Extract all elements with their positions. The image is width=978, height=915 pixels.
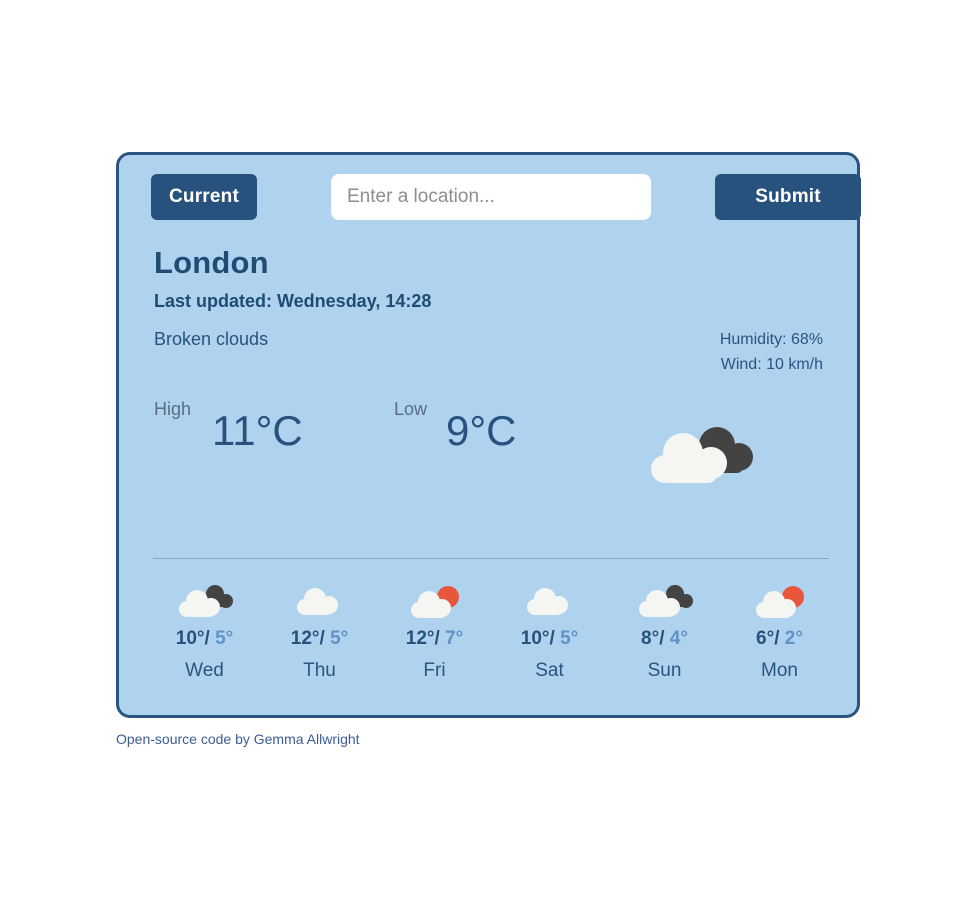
forecast-high: 12°/ [290,628,325,649]
forecast-low: 2° [784,628,803,649]
broken-clouds-icon [147,580,262,624]
forecast-day-wed: 10°/ 5° Wed [147,580,262,682]
forecast-high: 12°/ [405,628,440,649]
forecast-high: 10°/ [520,628,555,649]
sun-cloud-icon [722,580,837,624]
page-title: London [154,245,269,280]
cloud-icon [492,580,607,624]
forecast-day-fri: 12°/ 7° Fri [377,580,492,682]
high-temperature: 11°C [212,407,303,454]
forecast-day-label: Fri [423,660,446,681]
forecast-temperatures: 10°/ 5° [492,628,607,650]
forecast-day-label: Sat [535,660,564,681]
last-updated-text: Last updated: Wednesday, 14:28 [154,291,432,311]
forecast-high: 6°/ [756,628,780,649]
forecast-low: 5° [560,628,579,649]
low-label: Low [394,399,428,419]
forecast-temperatures: 10°/ 5° [147,628,262,650]
forecast-day-label: Thu [303,660,336,681]
forecast-low: 5° [330,628,349,649]
forecast-day-thu: 12°/ 5° Thu [262,580,377,682]
current-metrics: Humidity: 68% Wind: 10 km/h [720,327,823,377]
footer-credit: Open-source code by Gemma Allwright [116,731,360,747]
current-location-button[interactable]: Current [151,174,257,220]
forecast-day-label: Sun [647,660,682,681]
forecast-temperatures: 6°/ 2° [722,628,837,650]
forecast-day-sat: 10°/ 5° Sat [492,580,607,682]
forecast-temperatures: 12°/ 5° [262,628,377,650]
forecast-day-label: Mon [761,660,798,681]
forecast-day-label: Wed [185,660,224,681]
forecast-low: 5° [215,628,234,649]
forecast-temperatures: 8°/ 4° [607,628,722,650]
forecast-temperatures: 12°/ 7° [377,628,492,650]
submit-button[interactable]: Submit [715,174,861,220]
section-divider [153,558,829,559]
conditions-description: Broken clouds [154,329,269,349]
forecast-high: 8°/ [641,628,665,649]
low-temperature: 9°C [446,407,517,454]
weather-card: Current Submit London Last updated: Wedn… [116,152,861,718]
forecast-low: 4° [669,628,688,649]
wind-value: Wind: 10 km/h [720,356,823,373]
high-low-row: High 11°C Low 9°C [154,393,654,473]
forecast-high: 10°/ [175,628,210,649]
sun-cloud-icon [377,580,492,624]
high-label: High [154,399,192,419]
search-input[interactable] [331,174,651,220]
forecast-day-sun: 8°/ 4° Sun [607,580,722,682]
broken-clouds-icon [607,580,722,624]
search-row: Current Submit [151,174,861,220]
broken-clouds-icon [639,419,769,499]
forecast-low: 7° [445,628,464,649]
humidity-value: Humidity: 68% [719,331,823,348]
cloud-icon [262,580,377,624]
forecast-day-mon: 6°/ 2° Mon [722,580,837,682]
forecast-row: 10°/ 5° Wed 12°/ 5° Thu 12°/ 7° Fri 10°/ 5°… [147,580,837,682]
